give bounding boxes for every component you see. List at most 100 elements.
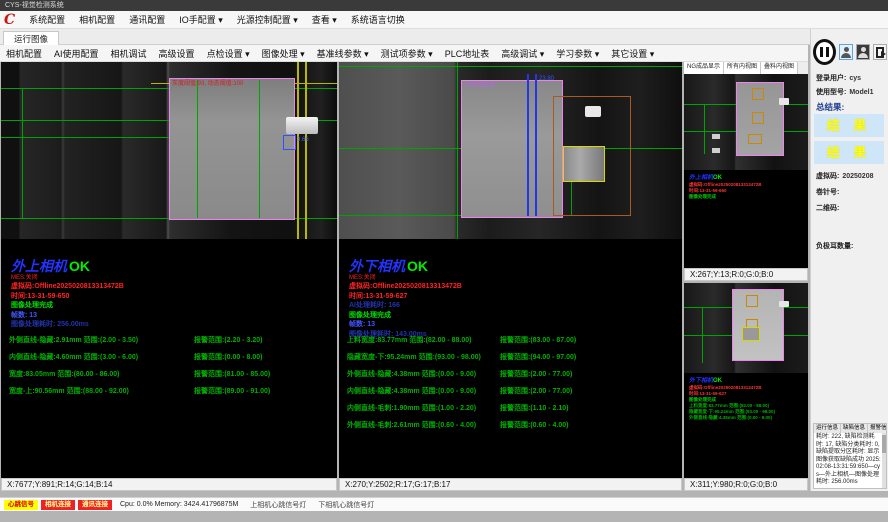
pixel-coord-readout-preview-top: X:267;Y:13;R:0;G:0;B:0 bbox=[684, 268, 808, 281]
measure-row: 外侧直线-隐藏:2.91mm 范围:(2.00 - 3.50)报警范围:(2.2… bbox=[1, 335, 337, 352]
result-display-lower: 结 果 bbox=[814, 141, 884, 164]
pause-button[interactable] bbox=[813, 39, 836, 65]
menu-item[interactable]: 系统语言切换 bbox=[344, 13, 412, 26]
tab-probe-blob bbox=[585, 106, 601, 117]
menu-item[interactable]: 系统配置 bbox=[22, 13, 72, 26]
info-line: 时间:13-31-59-650 bbox=[11, 292, 337, 302]
info-line: 图像处理完成 bbox=[349, 311, 682, 321]
status-badge: 相机连接 bbox=[41, 500, 75, 510]
tab-probe-blob bbox=[286, 117, 318, 134]
pixel-coord-readout-lower: X:270;Y:2502;R:17;G:17;B:17 bbox=[339, 478, 682, 491]
info-line: 帧数: 13 bbox=[11, 311, 337, 321]
menu-items: 系统配置相机配置通讯配置IO手配置 ▾光源控制配置 ▾查看 ▾系统语言切换 bbox=[22, 13, 412, 26]
toolbar-item[interactable]: 相机调试 bbox=[105, 47, 153, 60]
result-ok: OK bbox=[713, 175, 722, 181]
camera-name: 外上相机 bbox=[11, 258, 67, 274]
measure-row: 外侧直线-毛刺:2.61mm 范围:(0.60 - 4.00)报警范围:(0.6… bbox=[339, 420, 682, 437]
camera-name: 外下相机 bbox=[349, 258, 405, 274]
toolbar-item[interactable]: 高级调试 ▾ bbox=[495, 47, 550, 60]
status-badge: 通讯连接 bbox=[78, 500, 112, 510]
edge-line-green bbox=[22, 88, 23, 218]
preview-tab[interactable]: 叠料内视图 bbox=[761, 62, 798, 74]
log-box: 运行信息缺陷信息报警信息 耗时: 222, 缺陷检测耗时: 17, 缺陷分类耗时… bbox=[813, 423, 887, 489]
result-ok: OK bbox=[407, 258, 428, 274]
edge-line-green bbox=[704, 104, 705, 154]
camera-image-lower[interactable]: AI检测区域 23.80 bbox=[339, 62, 682, 239]
preview-tab[interactable]: NG成品显示 bbox=[684, 62, 724, 74]
toolbar-item[interactable]: 基准线参数 ▾ bbox=[311, 47, 375, 60]
info-lines: 虚拟码:Offline2025020813313472B时间:13-31-59-… bbox=[684, 385, 808, 421]
menu-bar: C 系统配置相机配置通讯配置IO手配置 ▾光源控制配置 ▾查看 ▾系统语言切换 bbox=[0, 11, 888, 29]
toolbar-item[interactable]: 相机配置 bbox=[0, 47, 48, 60]
menu-item[interactable]: 相机配置 bbox=[72, 13, 122, 26]
measure-row: 内侧直线-毛刺:1.90mm 范围:(1.00 - 2.20)报警范围:(1.1… bbox=[339, 403, 682, 420]
edge-line-green bbox=[702, 307, 703, 363]
app-window: CYS-视觉检测系统 C 系统配置相机配置通讯配置IO手配置 ▾光源控制配置 ▾… bbox=[0, 0, 888, 522]
user-icon bbox=[861, 47, 866, 52]
camera-result-title: 外上相机OK bbox=[11, 258, 337, 274]
roi-rect-orange bbox=[748, 134, 762, 144]
log-tab[interactable]: 运行信息 bbox=[814, 424, 841, 433]
result-ok: OK bbox=[69, 258, 90, 274]
toolbar-item[interactable]: 图像处理 ▾ bbox=[256, 47, 311, 60]
info-line: 虚拟码:Offline2025020813313472B bbox=[11, 282, 337, 292]
toolbar-item[interactable]: 其它设置 ▾ bbox=[605, 47, 660, 60]
status-badges: 心跳信号相机连接通讯连接 bbox=[4, 500, 112, 510]
qr-code-field: 二维码: bbox=[816, 203, 842, 213]
status-badge: 心跳信号 bbox=[4, 500, 38, 510]
log-tab[interactable]: 报警信息 bbox=[868, 424, 887, 433]
measure-row: 内侧直线-隐藏:4.60mm 范围:(3.00 - 6.00)报警范围:(0.0… bbox=[1, 352, 337, 369]
camera-image-upper[interactable]: 灰度阈值:93, 动态阈值:100 3.66 bbox=[1, 62, 337, 239]
virtual-code-field: 虚拟码:20250208 bbox=[816, 171, 874, 181]
log-tab-strip: 运行信息缺陷信息报警信息 bbox=[814, 424, 886, 433]
toolbar-item[interactable]: 高级设置 bbox=[153, 47, 201, 60]
menu-item[interactable]: IO手配置 ▾ bbox=[172, 13, 230, 26]
user-login-button[interactable] bbox=[839, 44, 853, 60]
info-line: 图像处理完成 bbox=[11, 301, 337, 311]
measure-rows: 外侧直线-隐藏:2.91mm 范围:(2.00 - 3.50)报警范围:(2.2… bbox=[1, 335, 337, 403]
view-tab-strip: 运行图像 bbox=[0, 29, 888, 45]
pixel-coord-readout-upper: X:7677;Y:891;R:14;G:14;B:14 bbox=[1, 478, 337, 491]
menu-item[interactable]: 通讯配置 bbox=[122, 13, 172, 26]
camera-name: 外下相机 bbox=[689, 378, 713, 384]
toolbar-item[interactable]: AI使用配置 bbox=[48, 47, 105, 60]
measure-value-label: 23.80 bbox=[539, 76, 554, 83]
preview-image-bottom[interactable] bbox=[684, 283, 808, 373]
control-panel: 登录用户:cys 使用型号:Model1 总结果: 结 果 结 果 虚拟码:20… bbox=[810, 29, 888, 491]
model-value: Model1 bbox=[849, 89, 873, 96]
camera-name: 外上相机 bbox=[689, 175, 713, 181]
measure-line-blue bbox=[527, 74, 529, 216]
negative-tab-count-field: 负极耳数量: bbox=[816, 241, 856, 251]
result-display-upper: 结 果 bbox=[814, 114, 884, 137]
menu-item[interactable]: 光源控制配置 ▾ bbox=[230, 13, 305, 26]
info-lines: 虚拟码:Offline2025020813313472B时间:13-31-59-… bbox=[339, 282, 682, 339]
toolbar-item[interactable]: 点检设置 ▾ bbox=[201, 47, 256, 60]
edge-line-green bbox=[259, 80, 260, 218]
info-line: 虚拟码:Offline2025020813313472B bbox=[349, 282, 682, 292]
menu-item[interactable]: 查看 ▾ bbox=[305, 13, 344, 26]
log-scrollbar[interactable] bbox=[882, 433, 886, 488]
control-buttons bbox=[813, 37, 887, 67]
baseline-green bbox=[339, 66, 682, 67]
toolbar-item[interactable]: PLC地址表 bbox=[439, 47, 496, 60]
toolbar-item[interactable]: 测试项参数 ▾ bbox=[375, 47, 439, 60]
account-button[interactable] bbox=[856, 44, 870, 60]
camera-result-title: 外上相机OK bbox=[689, 174, 808, 182]
preview-image-top[interactable] bbox=[684, 74, 808, 170]
roi-rect-orange bbox=[752, 88, 764, 100]
toolbar-item[interactable]: 学习参数 ▾ bbox=[550, 47, 605, 60]
pixel-coord-readout-preview-bottom: X:311;Y:980;R:0;G:0;B:0 bbox=[684, 478, 808, 491]
login-user-value: cys bbox=[849, 75, 861, 82]
measure-rect-blue bbox=[283, 135, 296, 150]
preview-tab[interactable]: 所有内视图 bbox=[724, 62, 761, 74]
info-line: 图像处理完成 bbox=[689, 194, 808, 200]
window-titlebar: CYS-视觉检测系统 bbox=[0, 0, 888, 11]
exit-button[interactable] bbox=[873, 44, 887, 60]
tab-probe-blob bbox=[779, 98, 789, 105]
info-line: 帧数: 13 bbox=[349, 320, 682, 330]
preview-result-text: 外上相机OK 虚拟码:Offline2025020813313472B时间:13… bbox=[684, 174, 808, 200]
roi-rect-magenta bbox=[732, 289, 784, 361]
measure-row: 宽度-上:90.56mm 范围:(88.00 - 92.00)报警范围:(89.… bbox=[1, 386, 337, 403]
log-tab[interactable]: 缺陷信息 bbox=[841, 424, 868, 433]
inner-preview-panel: 外下相机OK 虚拟码:Offline2025020813313472B时间:13… bbox=[684, 283, 808, 478]
